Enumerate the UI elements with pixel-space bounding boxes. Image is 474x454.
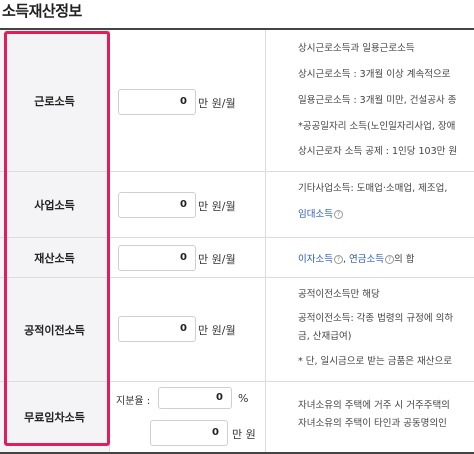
unit-label: 만 원/월 (198, 97, 236, 110)
business-income-input[interactable]: 0 (118, 192, 196, 218)
share-ratio-input[interactable]: 0 (158, 387, 232, 409)
income-asset-table: 근로소득 0 만 원/월 상시근로소득과 일용근로소득 상시근로소득 : 3개월… (0, 28, 474, 454)
unit-label: 만 원/월 (198, 324, 236, 337)
rental-income-link[interactable]: 임대소득 (298, 209, 333, 220)
row-label: 무료임차소득 (0, 382, 110, 452)
row-label: 근로소득 (0, 30, 110, 171)
help-icon[interactable]: ? (333, 255, 343, 264)
table-row-business-income: 사업소득 0 만 원/월 기타사업소득: 도매업·소매업, 제조업, 임대소득? (0, 172, 474, 238)
page-title: 소득재산정보 (2, 2, 82, 20)
share-ratio-label: 지분율 : (116, 396, 151, 407)
pension-income-link[interactable]: 연금소득 (349, 254, 384, 265)
table-row-public-transfer-income: 공적이전소득 0 만 원/월 공적이전소득만 해당 공적이전소득: 각종 법령의… (0, 278, 474, 382)
help-icon[interactable]: ? (333, 210, 343, 219)
row-label: 공적이전소득 (0, 278, 110, 381)
property-income-input[interactable]: 0 (118, 245, 196, 271)
public-transfer-income-input[interactable]: 0 (118, 316, 196, 342)
table-row-free-rent-income: 무료임차소득 지분율 : 0 % 0 만 원 자녀소유의 주택에 거주 시 거주… (0, 382, 474, 454)
free-rent-income-input[interactable]: 0 (150, 420, 228, 446)
table-row-property-income: 재산소득 0 만 원/월 이자소득?, 연금소득? 의 합 (0, 238, 474, 278)
unit-label: 만 원/월 (198, 200, 236, 213)
help-icon[interactable]: ? (384, 255, 394, 264)
row-label: 재산소득 (0, 238, 110, 277)
earned-income-input[interactable]: 0 (118, 89, 196, 115)
row-label: 사업소득 (0, 172, 110, 237)
percent-unit: % (238, 392, 249, 405)
table-row-earned-income: 근로소득 0 만 원/월 상시근로소득과 일용근로소득 상시근로소득 : 3개월… (0, 30, 474, 172)
unit-label: 만 원/월 (198, 253, 236, 266)
unit-label: 만 원 (232, 428, 256, 441)
interest-income-link[interactable]: 이자소득 (298, 254, 333, 265)
